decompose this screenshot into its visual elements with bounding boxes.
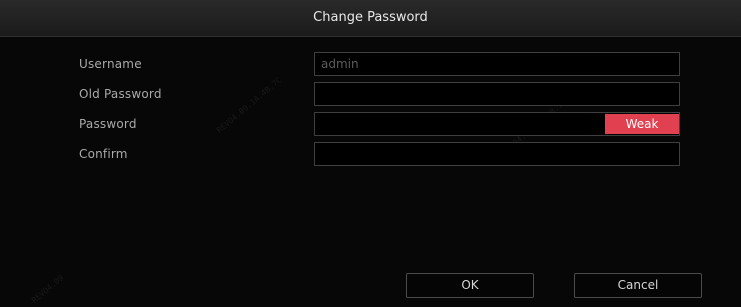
cancel-button[interactable]: Cancel <box>574 273 702 298</box>
username-field[interactable] <box>314 52 680 76</box>
password-strength-badge: Weak <box>605 114 679 134</box>
old-password-field[interactable] <box>314 82 680 106</box>
watermark: REVO4.09 <box>30 273 66 305</box>
change-password-dialog: Change Password REVO4.09.1A.4B.7C REVO4.… <box>0 0 741 307</box>
confirm-label: Confirm <box>79 147 128 161</box>
password-label: Password <box>79 117 137 131</box>
title-bar: Change Password <box>0 0 741 37</box>
confirm-password-field[interactable] <box>314 142 680 166</box>
ok-button[interactable]: OK <box>406 273 534 298</box>
username-label: Username <box>79 57 142 71</box>
watermark: REVO4.09.1A.4B.7C <box>215 75 284 135</box>
old-password-label: Old Password <box>79 87 162 101</box>
dialog-title: Change Password <box>313 10 428 25</box>
